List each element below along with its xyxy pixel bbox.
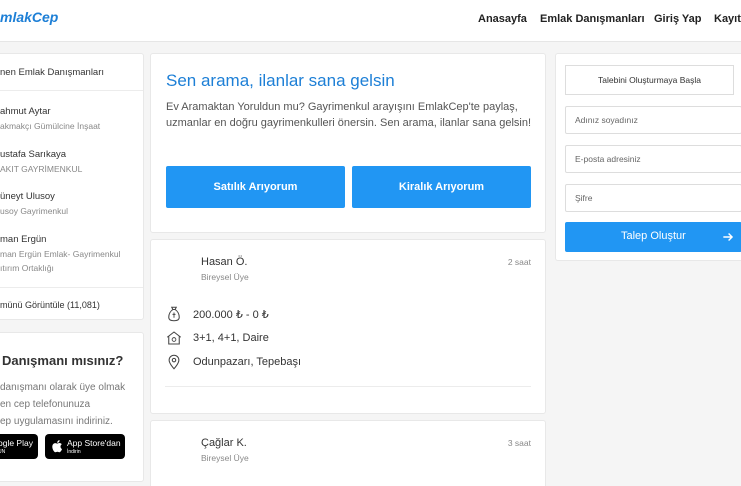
agent-company: AKIT GAYRİMENKUL	[0, 164, 83, 174]
agent-promo-card: Danışmanı mısınız? danışmanı olarak üye …	[0, 332, 144, 482]
email-input[interactable]: E-posta adresiniz	[565, 145, 741, 173]
promo-title: Danışmanı mısınız?	[2, 353, 124, 368]
divider	[165, 386, 531, 387]
apple-icon	[52, 440, 63, 453]
listing-user-name[interactable]: Hasan Ö.	[201, 256, 247, 268]
promo-line: en cep telefonunuza	[0, 399, 91, 410]
sale-search-button[interactable]: Satılık Arıyorum	[166, 166, 345, 208]
listing-rooms: 3+1, 4+1, Daire	[193, 332, 269, 344]
hero-title: Sen arama, ilanlar sana gelsin	[166, 71, 395, 90]
nav-kayit[interactable]: Kayıt	[714, 13, 741, 25]
google-play-button[interactable]: ogle Play UN	[0, 434, 38, 459]
listing-price-row: 200.000 ₺ - 0 ₺	[165, 304, 269, 324]
promo-line: danışmanı olarak üye olmak	[0, 382, 126, 393]
name-input[interactable]: Adınız soyadınız	[565, 106, 741, 134]
listing-location-row: Odunpazarı, Tepebaşı	[165, 352, 301, 372]
promo-line: ep uygulamasını indiriniz.	[0, 416, 113, 427]
divider	[0, 287, 143, 288]
agents-heading: nen Emlak Danışmanları	[0, 67, 105, 78]
view-all-agents-link[interactable]: münü Görüntüle (11,081)	[0, 300, 100, 310]
agent-company: usoy Gayrimenkul	[0, 206, 69, 216]
listing-location: Odunpazarı, Tepebaşı	[193, 356, 302, 368]
app-store-label: App Store'dan	[67, 438, 121, 448]
password-input[interactable]: Şifre	[565, 184, 741, 212]
google-play-label: ogle Play	[0, 438, 33, 448]
agent-name[interactable]: üneyt Ulusoy	[0, 191, 55, 202]
form-heading: Talebini Oluşturmaya Başla	[565, 65, 734, 95]
rent-search-button[interactable]: Kiralık Arıyorum	[352, 166, 531, 208]
create-request-button[interactable]: Talep Oluştur	[565, 222, 741, 252]
request-form-card: Talebini Oluşturmaya Başla Adınız soyadı…	[555, 53, 741, 261]
location-pin-icon	[168, 354, 180, 370]
listing-user-name[interactable]: Çağlar K.	[201, 437, 247, 449]
listing-user-type: Bireysel Üye	[201, 453, 249, 463]
hero-description: Ev Aramaktan Yoruldun mu? Gayrimenkul ar…	[166, 101, 532, 129]
agent-name[interactable]: man Ergün	[0, 234, 46, 245]
money-bag-icon	[168, 306, 180, 322]
create-request-label: Talep Oluştur	[621, 230, 686, 242]
arrow-right-icon	[723, 233, 734, 241]
top-agents-card: nen Emlak Danışmanları ahmut Aytar akmak…	[0, 53, 144, 320]
agent-company: akmakçı Gümülcine İnşaat	[0, 121, 101, 131]
listing-card[interactable]: Çağlar K. Bireysel Üye 3 saat	[150, 420, 546, 486]
listing-rooms-row: 3+1, 4+1, Daire	[165, 328, 269, 348]
house-icon	[166, 331, 182, 345]
app-store-button[interactable]: App Store'dan İndirin	[45, 434, 125, 459]
nav-anasayfa[interactable]: Anasayfa	[478, 13, 527, 25]
listing-card[interactable]: Hasan Ö. Bireysel Üye 2 saat 200.000 ₺ -…	[150, 239, 546, 414]
listing-price: 200.000 ₺ - 0 ₺	[193, 308, 269, 321]
listing-user-type: Bireysel Üye	[201, 272, 249, 282]
agent-company: ıtırım Ortaklığı	[0, 263, 54, 273]
listing-time: 3 saat	[507, 438, 531, 448]
divider	[0, 90, 143, 91]
logo[interactable]: mlakCep	[0, 9, 58, 25]
nav-emlak-danismanlari[interactable]: Emlak Danışmanları	[540, 13, 645, 25]
promo-description: danışmanı olarak üye olmak en cep telefo…	[0, 379, 125, 430]
nav-giris-yap[interactable]: Giriş Yap	[654, 13, 702, 25]
google-play-sublabel: UN	[0, 449, 6, 455]
app-store-sublabel: İndirin	[67, 449, 81, 455]
hero-card: Sen arama, ilanlar sana gelsin Ev Aramak…	[150, 53, 546, 233]
agent-name[interactable]: ustafa Sarıkaya	[0, 149, 66, 160]
listing-time: 2 saat	[507, 257, 531, 267]
agent-company: man Ergün Emlak- Gayrimenkul	[0, 249, 121, 259]
top-navbar: mlakCep Anasayfa Emlak Danışmanları Giri…	[0, 0, 741, 42]
agent-name[interactable]: ahmut Aytar	[0, 106, 51, 117]
